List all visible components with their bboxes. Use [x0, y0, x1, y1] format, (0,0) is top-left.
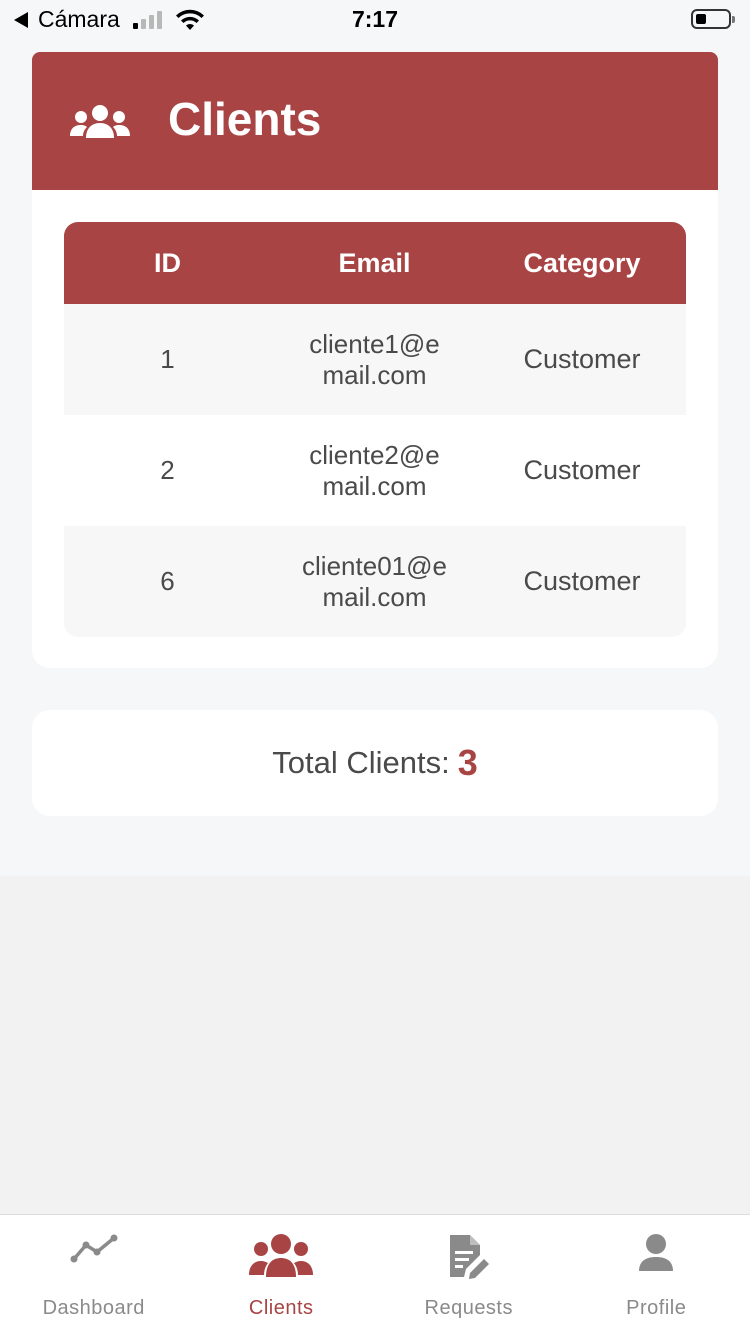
tab-requests-label: Requests	[424, 1297, 513, 1319]
column-header-category: Category	[523, 247, 641, 278]
tab-dashboard-label: Dashboard	[42, 1297, 145, 1319]
clients-table: ID Email Category 1 cliente1@email.com C…	[64, 222, 686, 637]
cell-email: cliente2@email.com	[309, 439, 440, 501]
page-header: Clients	[32, 52, 718, 190]
user-icon	[636, 1233, 676, 1278]
cell-category: Customer	[523, 566, 641, 596]
table-row[interactable]: 6 cliente01@email.com Customer	[64, 526, 686, 637]
tab-dashboard[interactable]: Dashboard	[0, 1215, 188, 1334]
cell-email: cliente1@email.com	[309, 328, 440, 390]
tab-requests[interactable]: Requests	[375, 1215, 563, 1334]
cell-id: 2	[160, 455, 175, 485]
cell-category: Customer	[523, 344, 641, 374]
tab-clients-label: Clients	[248, 1297, 314, 1319]
page-title: Clients	[168, 93, 322, 145]
table-header: ID Email Category	[64, 222, 686, 304]
tab-profile[interactable]: Profile	[563, 1215, 750, 1334]
table-row[interactable]: 2 cliente2@email.com Customer	[64, 415, 686, 526]
battery-icon	[691, 9, 735, 29]
cell-id: 6	[160, 566, 175, 596]
table-row[interactable]: 1 cliente1@email.com Customer	[64, 304, 686, 415]
tab-clients[interactable]: Clients	[188, 1215, 376, 1334]
column-header-email: Email	[338, 247, 411, 278]
clients-table-card: ID Email Category 1 cliente1@email.com C…	[32, 190, 718, 668]
total-clients-value: 3	[457, 742, 478, 783]
total-clients-label: Total Clients:	[272, 745, 450, 780]
cell-email: cliente01@email.com	[302, 550, 447, 612]
tab-profile-label: Profile	[626, 1297, 687, 1319]
users-icon	[70, 104, 130, 145]
chart-line-icon	[70, 1233, 118, 1268]
clock: 7:17	[351, 6, 399, 32]
bottom-tab-bar: Dashboard Clients Requests Profile	[0, 1214, 750, 1334]
document-edit-icon	[448, 1233, 490, 1284]
status-bar: Cámara 7:17	[0, 0, 750, 40]
column-header-id: ID	[154, 247, 181, 278]
total-clients-card: Total Clients: 3	[32, 710, 718, 816]
cell-id: 1	[160, 344, 175, 374]
cell-category: Customer	[523, 455, 641, 485]
users-icon	[249, 1233, 314, 1284]
